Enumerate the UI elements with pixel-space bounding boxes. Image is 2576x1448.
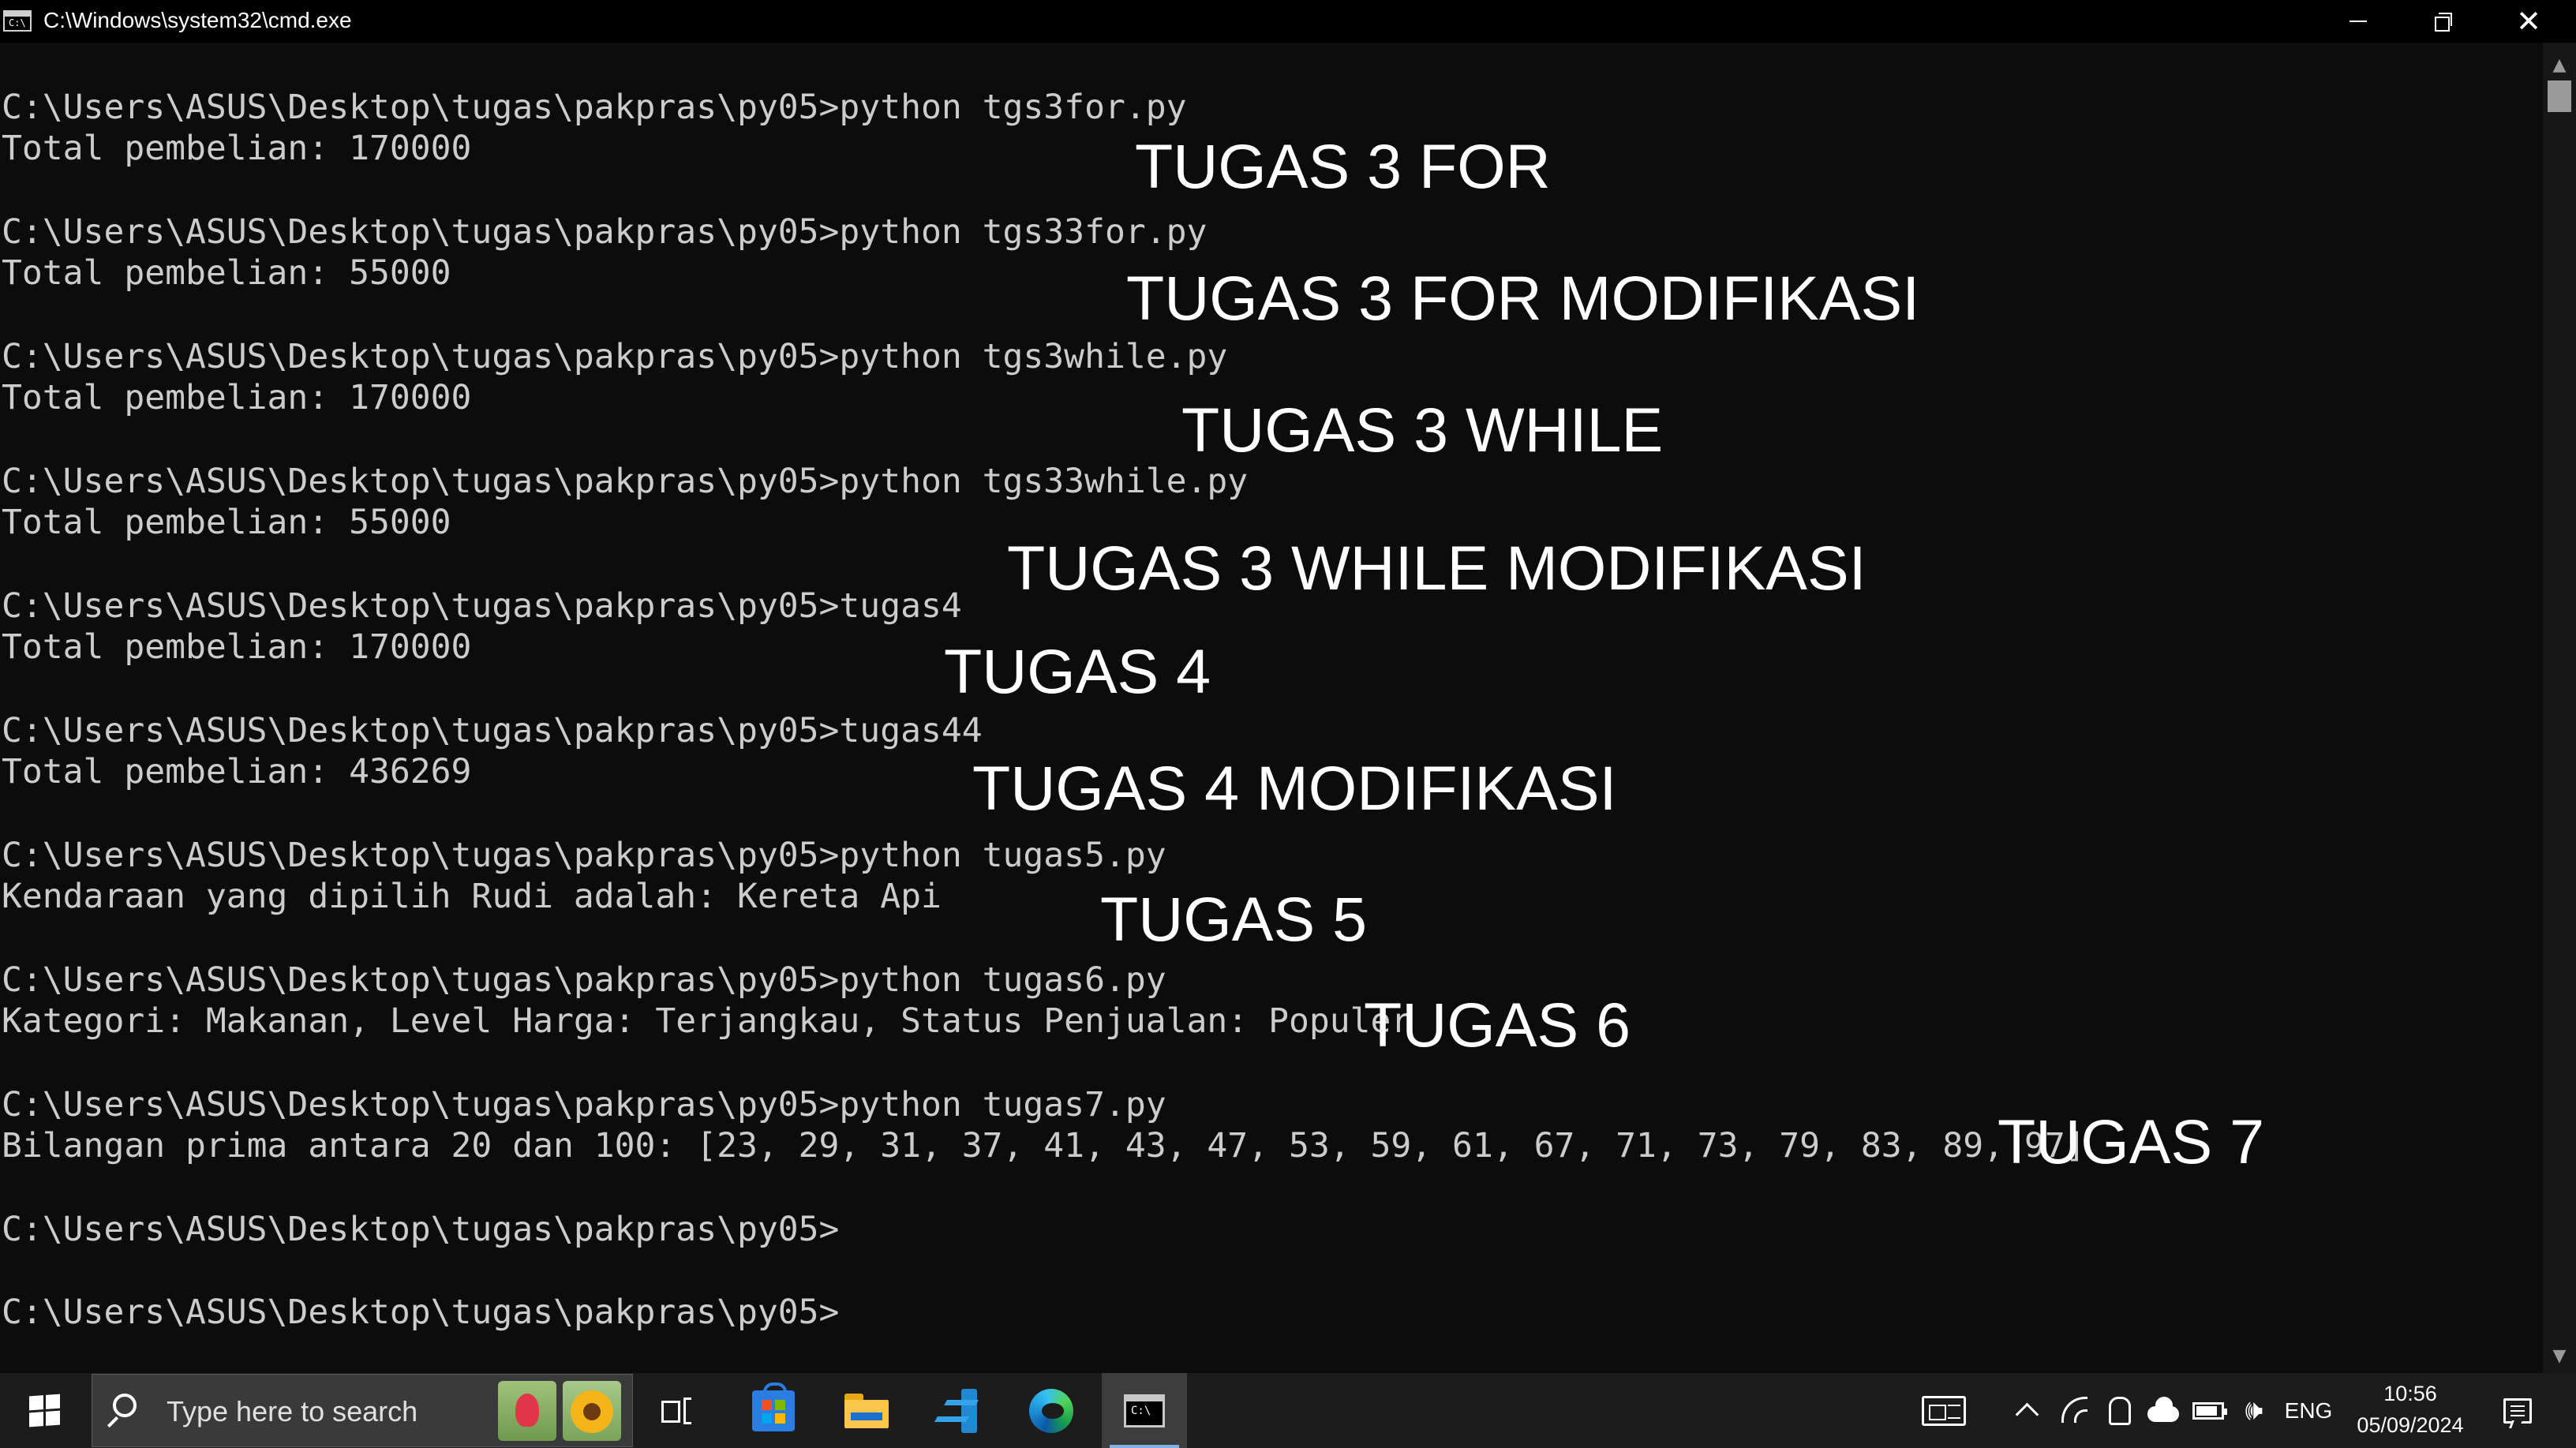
annotation-label: TUGAS 3 WHILE — [1181, 395, 1664, 465]
battery-button[interactable] — [2189, 1373, 2227, 1448]
terminal-line: C:\Users\ASUS\Desktop\tugas\pakpras\py05… — [2, 1210, 840, 1249]
terminal-line: C:\Users\ASUS\Desktop\tugas\pakpras\py05… — [2, 586, 962, 626]
terminal-line: Total pembelian: 55000 — [2, 503, 451, 542]
terminal-line: C:\Users\ASUS\Desktop\tugas\pakpras\py05… — [2, 836, 1166, 875]
terminal-output[interactable]: C:\Users\ASUS\Desktop\tugas\pakpras\py05… — [0, 43, 2543, 1373]
restore-button[interactable] — [2401, 0, 2486, 43]
annotation-label: TUGAS 7 — [1998, 1106, 2265, 1177]
notifications-button[interactable] — [2494, 1373, 2541, 1448]
taskbar-search-box[interactable]: Type here to search — [92, 1374, 633, 1447]
terminal-line: Total pembelian: 170000 — [2, 627, 472, 667]
cmd-app-icon: C:\ — [3, 10, 32, 32]
search-highlight-image[interactable] — [498, 1381, 621, 1441]
news-widget-button[interactable] — [1916, 1373, 1971, 1448]
annotation-label: TUGAS 5 — [1100, 884, 1368, 954]
taskbar: Type here to search C:\ 🕪 ENG 10:56 05/0… — [0, 1373, 2576, 1448]
terminal-line: Total pembelian: 170000 — [2, 378, 472, 417]
terminal-line: Total pembelian: 170000 — [2, 129, 472, 168]
terminal-line: C:\Users\ASUS\Desktop\tugas\pakpras\py05… — [2, 462, 1249, 501]
annotation-label: TUGAS 4 MODIFIKASI — [972, 753, 1617, 823]
task-view-icon — [661, 1397, 693, 1424]
title-bar: C:\ C:\Windows\system32\cmd.exe ✕ — [0, 0, 2576, 43]
terminal-line: Kendaraan yang dipilih Rudi adalah: Kere… — [2, 877, 942, 916]
onedrive-cloud-icon — [2147, 1396, 2179, 1422]
microsoft-store-button[interactable] — [731, 1373, 816, 1448]
task-view-button[interactable] — [635, 1373, 720, 1448]
terminal-line: C:\Users\ASUS\Desktop\tugas\pakpras\py05… — [2, 337, 1228, 376]
vscode-button[interactable] — [917, 1373, 1002, 1448]
file-explorer-button[interactable] — [824, 1373, 909, 1448]
battery-icon — [2192, 1401, 2227, 1420]
scroll-up-arrow-icon[interactable]: ▲ — [2543, 49, 2576, 80]
onedrive-button[interactable] — [2144, 1373, 2183, 1448]
restore-icon — [2435, 13, 2452, 32]
microphone-icon — [2109, 1396, 2131, 1425]
annotation-label: TUGAS 6 — [1364, 990, 1631, 1060]
edge-button[interactable] — [1009, 1373, 1094, 1448]
window-title: C:\Windows\system32\cmd.exe — [43, 8, 352, 32]
minimize-icon — [2349, 21, 2367, 22]
microsoft-store-icon — [752, 1382, 795, 1431]
terminal-line: C:\Users\ASUS\Desktop\tugas\pakpras\py05… — [2, 960, 1166, 1000]
terminal-line: Total pembelian: 436269 — [2, 752, 472, 791]
terminal-line: Kategori: Makanan, Level Harga: Terjangk… — [2, 1001, 1412, 1041]
file-explorer-icon — [844, 1393, 889, 1428]
input-language-button[interactable]: ENG — [2281, 1373, 2336, 1448]
clock-button[interactable]: 10:56 05/09/2024 — [2344, 1373, 2477, 1448]
clock-time: 10:56 — [2383, 1382, 2437, 1405]
edge-browser-icon — [1029, 1388, 1073, 1433]
terminal-line: C:\Users\ASUS\Desktop\tugas\pakpras\py05… — [2, 1085, 1166, 1124]
minimize-button[interactable] — [2316, 0, 2401, 43]
search-icon — [113, 1394, 137, 1417]
clock-date: 05/09/2024 — [2357, 1413, 2464, 1437]
tulip-image-icon — [498, 1381, 556, 1441]
notification-center-icon — [2503, 1397, 2532, 1424]
chevron-up-icon — [2015, 1402, 2039, 1427]
close-icon: ✕ — [2516, 4, 2541, 39]
vertical-scrollbar[interactable]: ▲ ▼ — [2543, 43, 2576, 1373]
show-hidden-icons-button[interactable] — [2009, 1373, 2044, 1448]
terminal-prompt: C:\Users\ASUS\Desktop\tugas\pakpras\py05… — [2, 1293, 840, 1332]
command-prompt-icon: C:\ — [1124, 1394, 1165, 1427]
scroll-down-arrow-icon[interactable]: ▼ — [2543, 1340, 2576, 1371]
annotation-label: TUGAS 3 FOR — [1135, 131, 1551, 201]
annotation-label: TUGAS 3 WHILE MODIFIKASI — [1007, 533, 1866, 603]
news-icon — [1922, 1395, 1966, 1426]
vscode-icon — [938, 1388, 982, 1433]
network-button[interactable] — [2055, 1373, 2093, 1448]
terminal-line: C:\Users\ASUS\Desktop\tugas\pakpras\py05… — [2, 88, 1187, 127]
terminal-line: Total pembelian: 55000 — [2, 253, 451, 293]
start-button[interactable] — [0, 1373, 88, 1448]
annotation-label: TUGAS 3 FOR MODIFIKASI — [1126, 263, 1920, 333]
search-placeholder: Type here to search — [167, 1395, 418, 1427]
terminal-line: C:\Users\ASUS\Desktop\tugas\pakpras\py05… — [2, 212, 1208, 252]
volume-icon: 🕪 — [2245, 1394, 2263, 1427]
volume-button[interactable]: 🕪 — [2235, 1373, 2273, 1448]
windows-logo-icon — [28, 1394, 60, 1427]
terminal-line: Bilangan prima antara 20 dan 100: [23, 2… — [2, 1126, 2086, 1166]
scrollbar-thumb[interactable] — [2548, 80, 2571, 112]
wifi-icon — [2061, 1396, 2087, 1423]
language-indicator: ENG — [2284, 1397, 2333, 1423]
close-button[interactable]: ✕ — [2486, 0, 2571, 43]
command-prompt-button[interactable]: C:\ — [1102, 1373, 1187, 1448]
meet-now-button[interactable] — [2102, 1373, 2137, 1448]
annotation-label: TUGAS 4 — [944, 636, 1211, 706]
terminal-line: C:\Users\ASUS\Desktop\tugas\pakpras\py05… — [2, 711, 983, 750]
sunflower-image-icon — [563, 1381, 621, 1441]
